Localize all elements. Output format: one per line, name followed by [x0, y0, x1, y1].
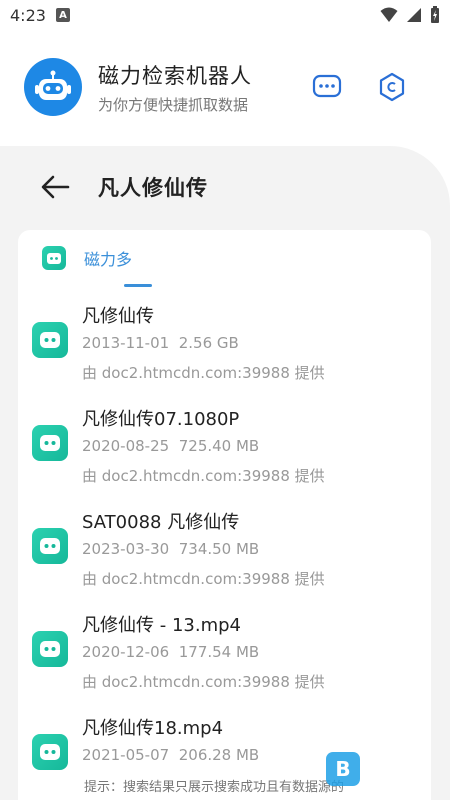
result-meta: 2020-12-06 177.54 MB	[82, 643, 259, 661]
list-item[interactable]: 凡修仙传07.1080P 2020-08-25 725.40 MB 由 doc2…	[18, 405, 431, 505]
footer-hint: 提示：搜索结果只展示搜索成功且有数据源的	[84, 780, 345, 795]
wifi-icon	[380, 7, 398, 22]
arrow-left-icon[interactable]	[40, 174, 70, 200]
battery-icon	[431, 6, 439, 23]
result-name: 凡修仙传18.mp4	[82, 718, 224, 739]
result-date: 2023-03-30	[82, 540, 170, 558]
result-date: 2013-11-01	[82, 334, 170, 352]
content-sheet: 凡人修仙传 磁力多 凡修仙传 2013-11-01 2.56 GB 由 doc2…	[0, 146, 450, 800]
page-title: 凡人修仙传	[98, 176, 208, 200]
list-item[interactable]: SAT0088 凡修仙传 2023-03-30 734.50 MB 由 doc2…	[18, 508, 431, 608]
result-source: 由 doc2.htmcdn.com:39988 提供	[82, 673, 325, 691]
signal-icon	[407, 8, 421, 22]
result-date: 2020-08-25	[82, 437, 170, 455]
app-title: 磁力检索机器人	[98, 64, 252, 88]
status-bar: 4:23 A	[0, 0, 450, 30]
status-icons	[380, 6, 440, 24]
chat-dots-icon[interactable]	[312, 72, 342, 102]
robot-icon	[32, 425, 68, 461]
list-item[interactable]: 凡修仙传 - 13.mp4 2020-12-06 177.54 MB 由 doc…	[18, 611, 431, 711]
result-name: 凡修仙传 - 13.mp4	[82, 615, 241, 636]
result-size: 177.54 MB	[178, 643, 260, 661]
app-header: 磁力检索机器人 为你方便快捷抓取数据	[0, 30, 450, 146]
app-subtitle: 为你方便快捷抓取数据	[98, 96, 249, 114]
result-date: 2020-12-06	[82, 643, 170, 661]
result-source: 由 doc2.htmcdn.com:39988 提供	[82, 467, 325, 485]
watermark-b-icon: B	[326, 752, 360, 786]
tab-underline	[124, 284, 152, 287]
result-source: 由 doc2.htmcdn.com:39988 提供	[82, 364, 325, 382]
result-meta: 2021-05-07 206.28 MB	[82, 746, 259, 764]
robot-icon	[32, 734, 68, 770]
robot-logo-icon	[24, 58, 82, 116]
result-date: 2021-05-07	[82, 746, 170, 764]
notification-a-icon: A	[55, 8, 70, 22]
robot-icon	[32, 631, 68, 667]
status-time: 4:23	[10, 5, 46, 25]
hexagon-icon[interactable]	[377, 72, 407, 102]
robot-icon	[42, 246, 66, 270]
robot-icon	[32, 528, 68, 564]
robot-icon	[32, 322, 68, 358]
result-size: 734.50 MB	[178, 540, 260, 558]
list-item[interactable]: 凡修仙传 2013-11-01 2.56 GB 由 doc2.htmcdn.co…	[18, 302, 431, 402]
result-meta: 2013-11-01 2.56 GB	[82, 334, 239, 352]
result-meta: 2020-08-25 725.40 MB	[82, 437, 259, 455]
tab-magnet[interactable]: 磁力多	[42, 246, 132, 270]
result-size: 725.40 MB	[178, 437, 260, 455]
result-name: 凡修仙传07.1080P	[82, 409, 240, 430]
result-name: 凡修仙传	[82, 306, 154, 327]
result-size: 206.28 MB	[178, 746, 260, 764]
result-source: 由 doc2.htmcdn.com:39988 提供	[82, 570, 325, 588]
result-name: SAT0088 凡修仙传	[82, 512, 240, 533]
tab-label: 磁力多	[84, 250, 133, 269]
result-size: 2.56 GB	[178, 334, 239, 352]
results-card: 磁力多 凡修仙传 2013-11-01 2.56 GB 由 doc2.htmcd…	[18, 230, 431, 800]
result-meta: 2023-03-30 734.50 MB	[82, 540, 259, 558]
